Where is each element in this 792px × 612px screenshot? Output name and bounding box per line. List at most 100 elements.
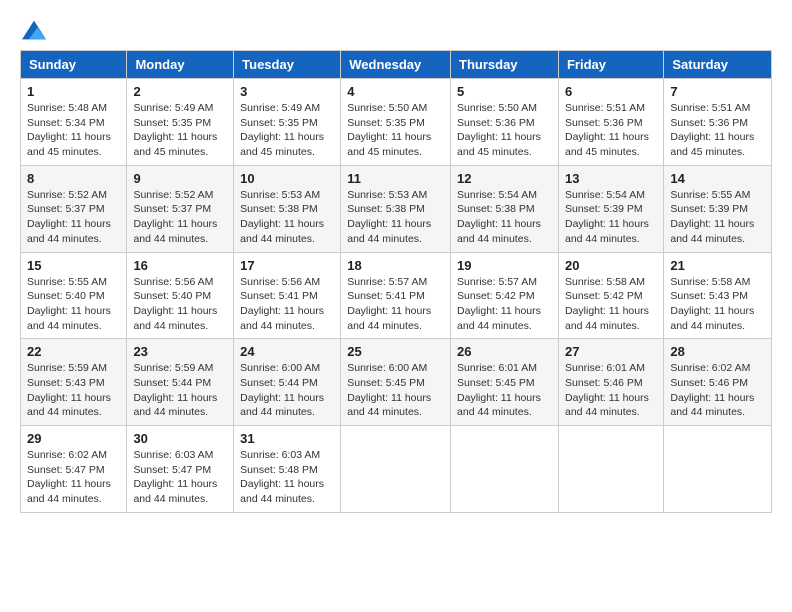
- day-number: 16: [133, 258, 227, 273]
- day-info: Sunrise: 5:48 AM Sunset: 5:34 PM Dayligh…: [27, 101, 120, 160]
- day-info: Sunrise: 5:50 AM Sunset: 5:36 PM Dayligh…: [457, 101, 552, 160]
- calendar-cell: 15Sunrise: 5:55 AM Sunset: 5:40 PM Dayli…: [21, 252, 127, 339]
- calendar-cell: 24 Sunrise: 6:00 AM Sunset: 5:44 PM Dayli…: [234, 339, 341, 426]
- calendar-cell: 14 Sunrise: 5:55 AM Sunset: 5:39 PM Dayli…: [664, 165, 772, 252]
- day-number: 29: [27, 431, 120, 446]
- day-info: Sunrise: 5:51 AM Sunset: 5:36 PM Dayligh…: [670, 101, 765, 160]
- day-info: Sunrise: 5:56 AM Sunset: 5:40 PM Dayligh…: [133, 275, 227, 334]
- day-number: 8: [27, 171, 120, 186]
- day-info: Sunrise: 6:00 AM Sunset: 5:44 PM Dayligh…: [240, 361, 334, 420]
- day-number: 22: [27, 344, 120, 359]
- day-info: Sunrise: 5:54 AM Sunset: 5:38 PM Dayligh…: [457, 188, 552, 247]
- calendar-week-row: 8 Sunrise: 5:52 AM Sunset: 5:37 PM Daylig…: [21, 165, 772, 252]
- day-number: 21: [670, 258, 765, 273]
- calendar-cell: [558, 426, 663, 513]
- calendar-header-row: SundayMondayTuesdayWednesdayThursdayFrid…: [21, 51, 772, 79]
- day-info: Sunrise: 6:02 AM Sunset: 5:47 PM Dayligh…: [27, 448, 120, 507]
- day-info: Sunrise: 5:57 AM Sunset: 5:41 PM Dayligh…: [347, 275, 444, 334]
- day-info: Sunrise: 6:01 AM Sunset: 5:45 PM Dayligh…: [457, 361, 552, 420]
- calendar-cell: 7 Sunrise: 5:51 AM Sunset: 5:36 PM Daylig…: [664, 79, 772, 166]
- day-of-week-header: Friday: [558, 51, 663, 79]
- day-info: Sunrise: 6:03 AM Sunset: 5:48 PM Dayligh…: [240, 448, 334, 507]
- calendar-cell: 19Sunrise: 5:57 AM Sunset: 5:42 PM Dayli…: [451, 252, 559, 339]
- day-number: 20: [565, 258, 657, 273]
- day-info: Sunrise: 5:53 AM Sunset: 5:38 PM Dayligh…: [347, 188, 444, 247]
- calendar-cell: 30 Sunrise: 6:03 AM Sunset: 5:47 PM Dayli…: [127, 426, 234, 513]
- day-number: 5: [457, 84, 552, 99]
- day-info: Sunrise: 5:52 AM Sunset: 5:37 PM Dayligh…: [27, 188, 120, 247]
- day-number: 14: [670, 171, 765, 186]
- day-number: 27: [565, 344, 657, 359]
- day-info: Sunrise: 6:03 AM Sunset: 5:47 PM Dayligh…: [133, 448, 227, 507]
- day-info: Sunrise: 5:57 AM Sunset: 5:42 PM Dayligh…: [457, 275, 552, 334]
- calendar-cell: 6 Sunrise: 5:51 AM Sunset: 5:36 PM Daylig…: [558, 79, 663, 166]
- day-number: 1: [27, 84, 120, 99]
- calendar-cell: 10Sunrise: 5:53 AM Sunset: 5:38 PM Dayli…: [234, 165, 341, 252]
- day-info: Sunrise: 5:58 AM Sunset: 5:43 PM Dayligh…: [670, 275, 765, 334]
- day-number: 17: [240, 258, 334, 273]
- day-number: 6: [565, 84, 657, 99]
- day-info: Sunrise: 6:02 AM Sunset: 5:46 PM Dayligh…: [670, 361, 765, 420]
- day-info: Sunrise: 5:52 AM Sunset: 5:37 PM Dayligh…: [133, 188, 227, 247]
- calendar-cell: 8 Sunrise: 5:52 AM Sunset: 5:37 PM Daylig…: [21, 165, 127, 252]
- day-of-week-header: Wednesday: [341, 51, 451, 79]
- day-info: Sunrise: 5:53 AM Sunset: 5:38 PM Dayligh…: [240, 188, 334, 247]
- calendar-cell: [451, 426, 559, 513]
- calendar-cell: 26 Sunrise: 6:01 AM Sunset: 5:45 PM Dayli…: [451, 339, 559, 426]
- day-number: 4: [347, 84, 444, 99]
- day-number: 18: [347, 258, 444, 273]
- calendar-cell: 23 Sunrise: 5:59 AM Sunset: 5:44 PM Dayli…: [127, 339, 234, 426]
- calendar-cell: 5 Sunrise: 5:50 AM Sunset: 5:36 PM Daylig…: [451, 79, 559, 166]
- logo-icon: [22, 20, 46, 40]
- calendar-cell: 11 Sunrise: 5:53 AM Sunset: 5:38 PM Dayli…: [341, 165, 451, 252]
- day-number: 3: [240, 84, 334, 99]
- day-info: Sunrise: 6:00 AM Sunset: 5:45 PM Dayligh…: [347, 361, 444, 420]
- calendar-cell: 4 Sunrise: 5:50 AM Sunset: 5:35 PM Daylig…: [341, 79, 451, 166]
- day-number: 12: [457, 171, 552, 186]
- calendar-cell: 22 Sunrise: 5:59 AM Sunset: 5:43 PM Dayli…: [21, 339, 127, 426]
- day-info: Sunrise: 5:55 AM Sunset: 5:39 PM Dayligh…: [670, 188, 765, 247]
- day-number: 15: [27, 258, 120, 273]
- day-info: Sunrise: 5:59 AM Sunset: 5:44 PM Dayligh…: [133, 361, 227, 420]
- calendar-cell: 21 Sunrise: 5:58 AM Sunset: 5:43 PM Dayli…: [664, 252, 772, 339]
- calendar-cell: 29 Sunrise: 6:02 AM Sunset: 5:47 PM Dayli…: [21, 426, 127, 513]
- day-number: 26: [457, 344, 552, 359]
- calendar-cell: 1 Sunrise: 5:48 AM Sunset: 5:34 PM Daylig…: [21, 79, 127, 166]
- day-number: 9: [133, 171, 227, 186]
- day-info: Sunrise: 6:01 AM Sunset: 5:46 PM Dayligh…: [565, 361, 657, 420]
- day-number: 28: [670, 344, 765, 359]
- calendar-week-row: 29 Sunrise: 6:02 AM Sunset: 5:47 PM Dayli…: [21, 426, 772, 513]
- day-of-week-header: Thursday: [451, 51, 559, 79]
- day-info: Sunrise: 5:49 AM Sunset: 5:35 PM Dayligh…: [133, 101, 227, 160]
- day-number: 24: [240, 344, 334, 359]
- day-info: Sunrise: 5:59 AM Sunset: 5:43 PM Dayligh…: [27, 361, 120, 420]
- calendar-cell: 16 Sunrise: 5:56 AM Sunset: 5:40 PM Dayli…: [127, 252, 234, 339]
- calendar-cell: [664, 426, 772, 513]
- day-number: 7: [670, 84, 765, 99]
- calendar-cell: 12 Sunrise: 5:54 AM Sunset: 5:38 PM Dayli…: [451, 165, 559, 252]
- day-number: 31: [240, 431, 334, 446]
- calendar-cell: 27 Sunrise: 6:01 AM Sunset: 5:46 PM Dayli…: [558, 339, 663, 426]
- day-number: 25: [347, 344, 444, 359]
- day-number: 2: [133, 84, 227, 99]
- calendar-cell: 3 Sunrise: 5:49 AM Sunset: 5:35 PM Daylig…: [234, 79, 341, 166]
- calendar-week-row: 22 Sunrise: 5:59 AM Sunset: 5:43 PM Dayli…: [21, 339, 772, 426]
- day-number: 30: [133, 431, 227, 446]
- calendar-cell: 25 Sunrise: 6:00 AM Sunset: 5:45 PM Dayli…: [341, 339, 451, 426]
- day-info: Sunrise: 5:51 AM Sunset: 5:36 PM Dayligh…: [565, 101, 657, 160]
- page-header: [20, 20, 772, 40]
- logo: [20, 20, 46, 40]
- day-of-week-header: Tuesday: [234, 51, 341, 79]
- day-of-week-header: Sunday: [21, 51, 127, 79]
- day-info: Sunrise: 5:49 AM Sunset: 5:35 PM Dayligh…: [240, 101, 334, 160]
- day-info: Sunrise: 5:58 AM Sunset: 5:42 PM Dayligh…: [565, 275, 657, 334]
- day-info: Sunrise: 5:54 AM Sunset: 5:39 PM Dayligh…: [565, 188, 657, 247]
- day-of-week-header: Saturday: [664, 51, 772, 79]
- day-info: Sunrise: 5:56 AM Sunset: 5:41 PM Dayligh…: [240, 275, 334, 334]
- calendar-week-row: 1 Sunrise: 5:48 AM Sunset: 5:34 PM Daylig…: [21, 79, 772, 166]
- day-number: 11: [347, 171, 444, 186]
- day-number: 23: [133, 344, 227, 359]
- day-info: Sunrise: 5:50 AM Sunset: 5:35 PM Dayligh…: [347, 101, 444, 160]
- calendar-table: SundayMondayTuesdayWednesdayThursdayFrid…: [20, 50, 772, 513]
- day-of-week-header: Monday: [127, 51, 234, 79]
